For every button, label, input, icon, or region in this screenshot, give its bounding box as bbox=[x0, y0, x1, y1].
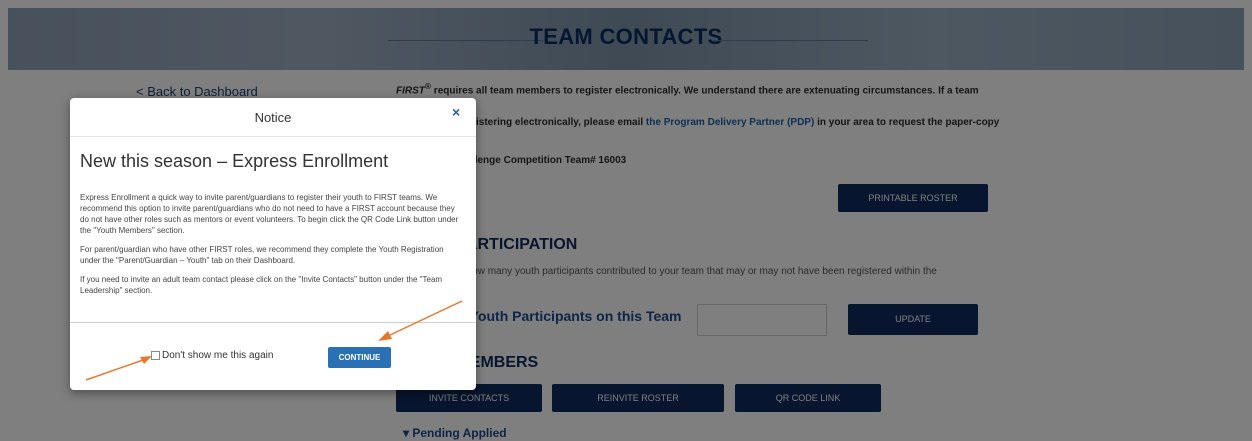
modal-paragraph-2: For parent/guardian who have other FIRST… bbox=[80, 245, 444, 265]
modal-paragraph-1: Express Enrollment a quick way to invite… bbox=[80, 193, 459, 235]
modal-heading: New this season – Express Enrollment bbox=[80, 151, 389, 171]
dont-show-again-option[interactable]: Don't show me this again bbox=[151, 350, 273, 361]
modal-divider-bottom bbox=[70, 322, 476, 323]
continue-button[interactable]: CONTINUE bbox=[328, 347, 391, 368]
modal-body: Express Enrollment a quick way to invite… bbox=[80, 192, 464, 304]
dont-show-again-checkbox[interactable] bbox=[151, 351, 160, 360]
modal-divider-top bbox=[70, 136, 476, 137]
modal-title: Notice bbox=[254, 110, 292, 125]
dont-show-again-label: Don't show me this again bbox=[162, 350, 274, 361]
close-icon[interactable]: × bbox=[452, 104, 460, 120]
notice-modal: Notice × New this season – Express Enrol… bbox=[70, 98, 476, 390]
modal-paragraph-3: If you need to invite an adult team cont… bbox=[80, 275, 443, 295]
